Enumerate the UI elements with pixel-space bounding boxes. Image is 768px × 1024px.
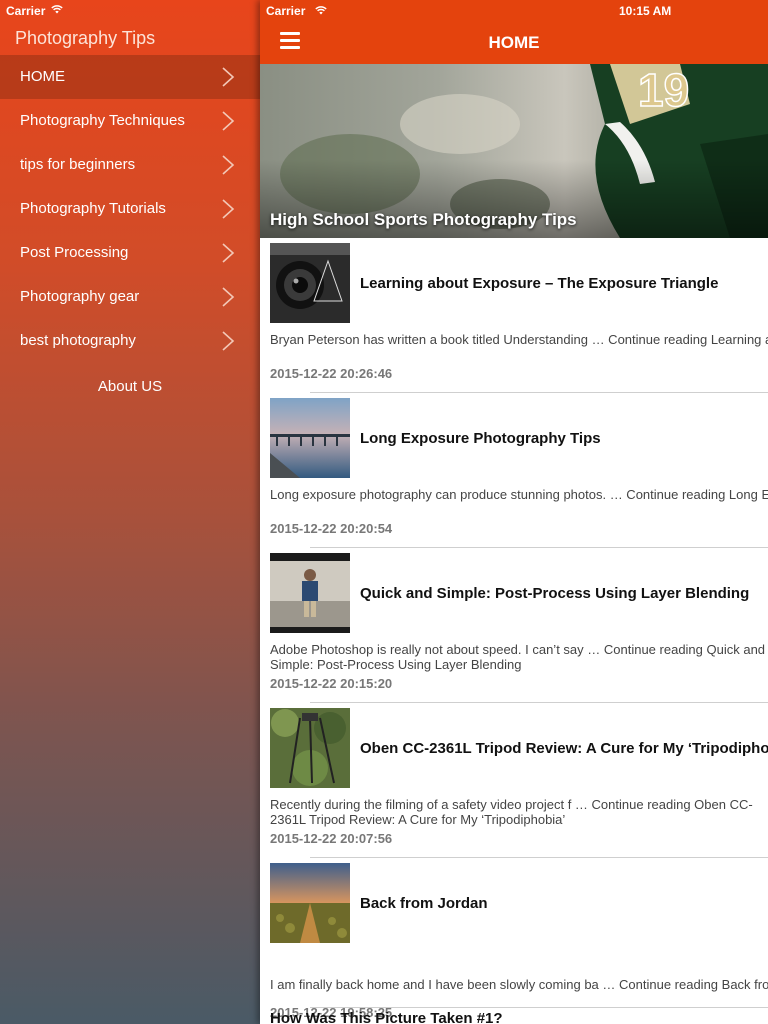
featured-article[interactable]: 19 High School Sports Photography Tips <box>260 64 768 238</box>
chevron-right-icon <box>222 287 235 307</box>
sidebar-item-label: Post Processing <box>20 244 129 261</box>
sidebar-item-photography-gear[interactable]: Photography gear <box>0 275 260 319</box>
article-date: 2015-12-22 20:26:46 <box>270 366 393 381</box>
wifi-icon <box>51 5 64 17</box>
page-title: HOME <box>488 33 540 52</box>
wifi-icon <box>315 6 327 18</box>
article-excerpt: Recently during the filming of a safety … <box>270 797 753 827</box>
article-thumbnail <box>270 243 350 323</box>
article-title: Long Exposure Photography Tips <box>360 429 601 447</box>
article-thumbnail <box>270 553 350 633</box>
article-thumbnail <box>270 863 350 943</box>
article-row[interactable]: Back from Jordan I am finally back home … <box>260 858 768 1020</box>
sidebar-item-photography-tutorials[interactable]: Photography Tutorials <box>0 187 260 231</box>
divider <box>310 1007 768 1008</box>
chevron-right-icon <box>222 111 235 131</box>
sidebar-item-home[interactable]: HOME <box>0 55 260 99</box>
sidebar-item-label: tips for beginners <box>20 156 136 173</box>
article-excerpt: Long exposure photography can produce st… <box>270 487 768 502</box>
status-bar: Carrier 10:15 AM <box>260 0 768 22</box>
status-bar: Carrier <box>0 0 260 22</box>
side-menu: Carrier Photography Tips HOME Photograph… <box>0 0 260 1024</box>
sidebar-title: Photography Tips <box>15 28 156 48</box>
article-thumbnail <box>270 398 350 478</box>
sidebar-item-post-processing[interactable]: Post Processing <box>0 231 260 275</box>
article-title: Back from Jordan <box>360 894 488 912</box>
article-date: 2015-12-22 20:15:20 <box>270 676 393 691</box>
chevron-right-icon <box>222 67 235 87</box>
featured-article-title: High School Sports Photography Tips <box>270 210 577 229</box>
article-row[interactable]: Quick and Simple: Post-Process Using Lay… <box>260 548 768 703</box>
article-row[interactable]: Oben CC-2361L Tripod Review: A Cure for … <box>260 703 768 858</box>
article-title: Oben CC-2361L Tripod Review: A Cure for … <box>360 739 768 757</box>
article-row[interactable]: Long Exposure Photography Tips Long expo… <box>260 393 768 548</box>
sidebar-item-best-photography[interactable]: best photography <box>0 319 260 363</box>
sidebar-item-label: best photography <box>20 332 136 349</box>
sidebar-item-label: Photography Tutorials <box>20 200 166 217</box>
article-date: 2015-12-22 20:20:54 <box>270 521 393 536</box>
status-time: 10:15 AM <box>619 4 672 18</box>
sidebar-item-label: Photography gear <box>20 288 140 305</box>
article-excerpt: Bryan Peterson has written a book titled… <box>270 332 768 347</box>
article-excerpt: Adobe Photoshop is really not about spee… <box>270 642 766 672</box>
sidebar-item-label: HOME <box>20 68 65 85</box>
chevron-right-icon <box>222 199 235 219</box>
article-title: Quick and Simple: Post-Process Using Lay… <box>360 584 750 602</box>
sidebar-item-tips-for-beginners[interactable]: tips for beginners <box>0 143 260 187</box>
article-title[interactable]: How Was This Picture Taken #1? <box>270 1010 503 1024</box>
carrier-label: Carrier <box>6 4 46 18</box>
main-panel: Carrier 10:15 AM HOME High School Sports… <box>260 0 768 1024</box>
sidebar-item-photography-techniques[interactable]: Photography Techniques <box>0 99 260 143</box>
sidebar-item-label: Photography Techniques <box>20 112 185 129</box>
article-date: 2015-12-22 20:07:56 <box>270 831 393 846</box>
article-thumbnail <box>270 708 350 788</box>
chevron-right-icon <box>222 243 235 263</box>
article-title: Learning about Exposure – The Exposure T… <box>360 274 719 292</box>
about-us-link[interactable]: About US <box>0 363 260 411</box>
nav-bar: Carrier 10:15 AM HOME <box>260 0 768 64</box>
article-excerpt: I am finally back home and I have been s… <box>270 977 768 992</box>
chevron-right-icon <box>222 331 235 351</box>
article-row[interactable]: Learning about Exposure – The Exposure T… <box>260 238 768 393</box>
carrier-label: Carrier <box>266 4 306 18</box>
chevron-right-icon <box>222 155 235 175</box>
